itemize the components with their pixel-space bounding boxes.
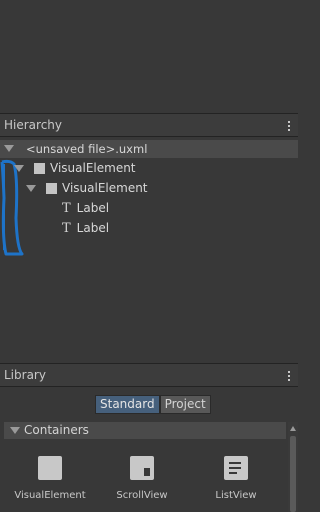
library-title: Library	[4, 368, 46, 382]
library-item-scrollview[interactable]: ScrollView	[97, 452, 187, 504]
hierarchy-header: Hierarchy	[0, 113, 298, 137]
expand-arrow-icon[interactable]	[14, 164, 24, 172]
tab-standard[interactable]: Standard	[95, 395, 160, 414]
hierarchy-item[interactable]: VisualElement	[14, 158, 136, 178]
hierarchy-item-label: Label	[76, 201, 110, 215]
expand-arrow-icon[interactable]	[10, 427, 20, 434]
label-icon: T	[62, 220, 71, 236]
viewport-area	[0, 0, 298, 113]
visual-element-icon	[46, 182, 57, 194]
hierarchy-title: Hierarchy	[4, 118, 63, 132]
hierarchy-file-row[interactable]: <unsaved file>.uxml	[0, 140, 298, 158]
library-item-label: ListView	[215, 490, 257, 501]
expand-arrow-icon[interactable]	[26, 184, 36, 192]
hierarchy-item-label: VisualElement	[62, 181, 148, 195]
category-containers[interactable]: Containers	[4, 422, 286, 439]
hierarchy-item[interactable]: T Label	[62, 198, 109, 218]
visual-element-icon	[34, 162, 45, 174]
label-icon: T	[62, 200, 71, 216]
hierarchy-item[interactable]: VisualElement	[26, 178, 148, 198]
hierarchy-item-label: Label	[76, 221, 110, 235]
library-scrollbar[interactable]	[288, 422, 298, 512]
library-item-visual-element[interactable]: VisualElement	[5, 452, 95, 504]
category-label: Containers	[24, 423, 89, 437]
scroll-thumb[interactable]	[290, 436, 296, 512]
library-item-listview[interactable]: ListView	[191, 452, 281, 504]
hierarchy-item[interactable]: T Label	[62, 218, 109, 238]
library-item-label: ScrollView	[116, 490, 168, 501]
scrollview-icon	[130, 456, 154, 480]
scroll-up-icon[interactable]	[290, 426, 296, 431]
library-item-label: VisualElement	[14, 490, 86, 501]
hierarchy-item-label: VisualElement	[50, 161, 136, 175]
expand-arrow-icon[interactable]	[4, 145, 14, 152]
visual-element-icon	[38, 456, 62, 480]
listview-icon	[224, 456, 248, 480]
library-header: Library	[0, 363, 298, 387]
file-name: <unsaved file>.uxml	[26, 142, 148, 156]
library-tab-toggle: Standard Project	[95, 395, 211, 414]
library-menu-icon[interactable]	[286, 369, 292, 383]
hierarchy-menu-icon[interactable]	[286, 119, 292, 133]
tab-project[interactable]: Project	[159, 395, 211, 414]
